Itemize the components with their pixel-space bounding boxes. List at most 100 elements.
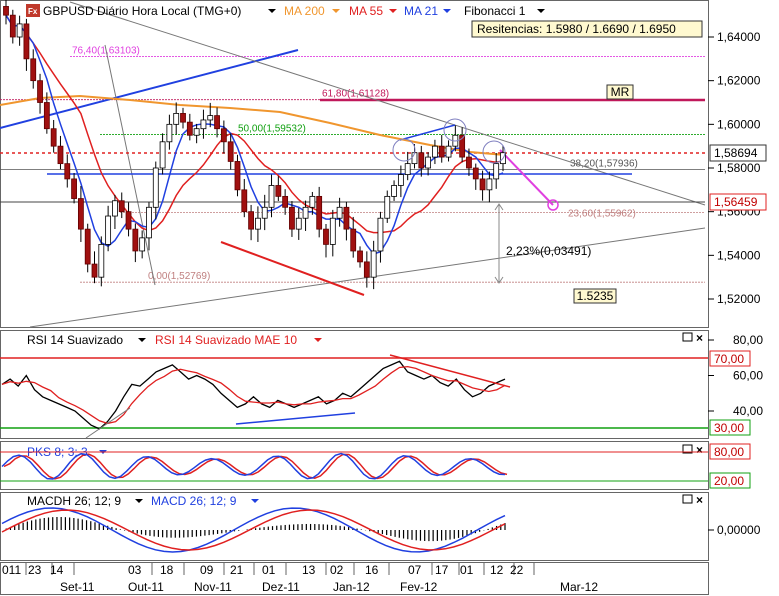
candle[interactable] — [30, 58, 37, 82]
macd-legend[interactable]: MACD 26; 12; 9 — [151, 494, 237, 508]
candle[interactable] — [268, 185, 275, 208]
candle[interactable] — [152, 167, 159, 208]
rsi-y-tick-label: 40,00 — [733, 404, 763, 418]
pks-20-label: 20,00 — [714, 474, 744, 488]
candle[interactable] — [261, 206, 268, 219]
rsi-mae-legend[interactable]: RSI 14 Suavizado MAE 10 — [155, 333, 297, 347]
candle[interactable] — [391, 185, 397, 197]
candle[interactable] — [384, 195, 391, 219]
candle[interactable] — [289, 206, 295, 230]
candle[interactable] — [166, 123, 173, 143]
candle[interactable] — [159, 141, 166, 169]
candle[interactable] — [234, 161, 241, 191]
candle[interactable] — [139, 237, 146, 252]
pks-panel[interactable] — [0, 441, 709, 490]
x-day-label: 01 — [460, 563, 474, 577]
candle[interactable] — [479, 178, 486, 191]
candle[interactable] — [43, 102, 50, 130]
rsi-header[interactable]: RSI 14 Suavizado RSI 14 Suavizado MAE 10 — [27, 333, 322, 347]
candle[interactable] — [207, 115, 214, 121]
candle[interactable] — [323, 228, 329, 245]
x-month-label: Dez-11 — [262, 580, 300, 594]
candle[interactable] — [125, 211, 132, 230]
candle[interactable] — [98, 244, 105, 278]
candle[interactable] — [343, 206, 350, 230]
pks-close-icon[interactable]: × — [696, 443, 703, 457]
candle[interactable] — [16, 23, 23, 38]
candle[interactable] — [57, 145, 64, 165]
candle[interactable] — [404, 163, 411, 175]
candle[interactable] — [309, 195, 316, 208]
symbol-label[interactable]: GBPUSD Diário Hora Local (TMG+0) — [43, 4, 241, 18]
candle[interactable] — [425, 156, 432, 169]
candle[interactable] — [350, 228, 357, 252]
rsi-close-icon[interactable]: × — [696, 331, 703, 345]
candle[interactable] — [71, 178, 77, 199]
macdh-legend[interactable]: MACDH 26; 12; 9 — [27, 494, 121, 508]
candle[interactable] — [248, 211, 254, 230]
candle[interactable] — [486, 178, 493, 191]
candle[interactable] — [50, 128, 57, 147]
candle[interactable] — [432, 145, 438, 158]
candle[interactable] — [118, 200, 125, 213]
candle[interactable] — [493, 163, 500, 180]
ma55-legend[interactable]: MA 55 — [349, 4, 383, 18]
x-day-label: 14 — [50, 563, 64, 577]
candle[interactable] — [112, 200, 118, 217]
candle[interactable] — [241, 189, 248, 213]
ma200-legend[interactable]: MA 200 — [284, 4, 325, 18]
candle[interactable] — [357, 250, 363, 263]
fib-level-label: 38,20(1,57936) — [570, 158, 638, 169]
fibonacci-legend[interactable]: Fibonacci 1 — [464, 4, 526, 18]
candle[interactable] — [227, 141, 234, 162]
candle[interactable] — [329, 217, 336, 245]
candle[interactable] — [336, 206, 343, 219]
candle[interactable] — [377, 217, 384, 252]
candle[interactable] — [23, 23, 30, 60]
candle[interactable] — [105, 215, 112, 245]
candle[interactable] — [220, 128, 227, 143]
app-badge: Fx — [28, 7, 38, 16]
rsi-legend[interactable]: RSI 14 Suavizado — [27, 333, 123, 347]
candle[interactable] — [173, 113, 180, 125]
candle[interactable] — [438, 145, 445, 158]
candle[interactable] — [37, 80, 43, 103]
x-day-label: 22 — [510, 563, 524, 577]
macd-close-icon[interactable]: × — [696, 493, 703, 507]
ma21-legend[interactable]: MA 21 — [404, 4, 438, 18]
candle[interactable] — [200, 119, 207, 130]
candle[interactable] — [91, 263, 98, 278]
candle[interactable] — [64, 163, 71, 180]
candle[interactable] — [466, 156, 472, 169]
candle[interactable] — [3, 6, 9, 16]
candle[interactable] — [445, 145, 452, 158]
candle[interactable] — [186, 121, 193, 136]
candle[interactable] — [472, 167, 479, 180]
candle[interactable] — [370, 250, 377, 278]
candle[interactable] — [295, 217, 302, 230]
candle[interactable] — [146, 206, 152, 239]
fib-level-label: 0,00(1,52769) — [148, 271, 210, 282]
candle[interactable] — [316, 195, 323, 230]
x-day-label: 09 — [200, 563, 214, 577]
candle[interactable] — [193, 128, 200, 136]
x-day-label: 07 — [408, 563, 422, 577]
candle[interactable] — [132, 228, 139, 252]
candle[interactable] — [9, 14, 16, 38]
forex-chart[interactable]: 1,640001,620001,600001,580001,560001,540… — [0, 0, 779, 596]
candle[interactable] — [418, 152, 425, 169]
candle[interactable] — [180, 113, 186, 123]
rsi-y-tick-label: 80,00 — [733, 333, 763, 347]
candle[interactable] — [302, 206, 309, 219]
candle[interactable] — [214, 115, 220, 130]
candle[interactable] — [363, 261, 370, 278]
candle[interactable] — [84, 228, 91, 265]
candle[interactable] — [397, 174, 404, 186]
price-y-tick-label: 1,58000 — [717, 161, 761, 175]
x-day-label: 23 — [28, 563, 42, 577]
candle[interactable] — [77, 198, 84, 230]
price-y-tick-label: 1,60000 — [717, 117, 761, 131]
candle[interactable] — [282, 195, 289, 208]
candle[interactable] — [275, 185, 282, 197]
candle[interactable] — [255, 217, 261, 230]
